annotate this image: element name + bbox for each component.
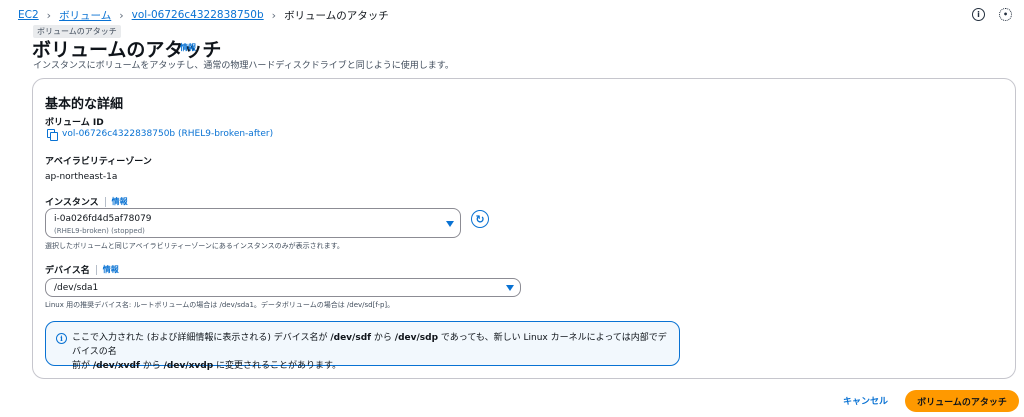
alert-text: ここで入力された (および詳細情報に表示される) デバイス名が /dev/sdf… <box>72 331 672 373</box>
info-icon[interactable]: i <box>972 8 985 21</box>
alert-text-part: から <box>139 361 164 371</box>
alert-code: /dev/sdf <box>330 333 372 343</box>
breadcrumb-volume-id[interactable]: vol-06726c4322838750b <box>132 9 264 21</box>
instance-select-value: i-0a026fd4d5af78079 <box>54 214 152 224</box>
chevron-right-icon: › <box>119 8 124 22</box>
copy-icon[interactable] <box>47 129 58 141</box>
volume-id-link[interactable]: vol-06726c4322838750b (RHEL9-broken-afte… <box>47 129 273 141</box>
az-value: ap-northeast-1a <box>45 172 118 182</box>
device-name-label: デバイス名 <box>45 266 90 276</box>
basic-details-panel: 基本的な詳細 ボリューム ID vol-06726c4322838750b (R… <box>32 78 1016 379</box>
caret-down-icon <box>506 285 514 291</box>
settings-icon[interactable]: • <box>999 8 1012 21</box>
divider <box>104 196 106 207</box>
instance-label-row: インスタンス 情報 <box>45 195 128 208</box>
alert-code: /dev/xvdp <box>163 361 214 371</box>
instance-label: インスタンス <box>45 198 99 208</box>
info-circle-icon: i <box>56 333 67 344</box>
attach-volume-button[interactable]: ボリュームのアタッチ <box>905 390 1019 412</box>
device-info-link[interactable]: 情報 <box>103 264 119 275</box>
top-icons: i • <box>972 8 1012 21</box>
instance-select[interactable]: i-0a026fd4d5af78079 (RHEL9-broken) (stop… <box>45 208 461 238</box>
alert-code: /dev/xvdf <box>92 361 140 371</box>
breadcrumb: EC2 › ボリューム › vol-06726c4322838750b › ボリ… <box>18 8 389 23</box>
instance-select-subtext: (RHEL9-broken) (stopped) <box>54 227 145 235</box>
caret-down-icon <box>446 221 454 227</box>
instance-hint: 選択したボリュームと同じアベイラビリティーゾーンにあるインスタンスのみが表示され… <box>45 242 344 250</box>
page-description: インスタンスにボリュームをアタッチし、通常の物理ハードディスクドライブと同じよう… <box>33 61 454 71</box>
device-label-row: デバイス名 情報 <box>45 263 119 276</box>
alert-code: /dev/sdp <box>394 333 439 343</box>
info-alert: i ここで入力された (および詳細情報に表示される) デバイス名が /dev/s… <box>45 321 680 371</box>
alert-text-part: から <box>371 333 395 343</box>
volume-id-value[interactable]: vol-06726c4322838750b (RHEL9-broken-afte… <box>62 129 273 139</box>
chevron-right-icon: › <box>271 8 277 22</box>
breadcrumb-volumes[interactable]: ボリューム <box>59 8 111 23</box>
section-title: 基本的な詳細 <box>45 97 124 112</box>
top-bar: EC2 › ボリューム › vol-06726c4322838750b › ボリ… <box>0 0 1024 30</box>
divider <box>95 264 97 275</box>
device-name-select[interactable]: /dev/sda1 <box>45 278 521 297</box>
volume-id-label: ボリューム ID <box>45 118 104 128</box>
breadcrumb-current: ボリュームのアタッチ <box>284 9 389 22</box>
device-name-value: /dev/sda1 <box>54 283 99 293</box>
instance-info-link[interactable]: 情報 <box>112 196 128 207</box>
alert-text-part: に変更されることがあります。 <box>213 361 342 371</box>
alert-text-part: ここで入力された (および詳細情報に表示される) デバイス名が <box>72 333 331 343</box>
chevron-right-icon: › <box>46 8 52 22</box>
title-info-link[interactable]: 情報 <box>180 42 196 53</box>
refresh-button[interactable]: ↻ <box>471 210 489 228</box>
az-label: アベイラビリティーゾーン <box>45 157 152 167</box>
alert-text-part: 前が <box>72 361 93 371</box>
refresh-icon: ↻ <box>475 212 485 226</box>
cancel-button[interactable]: キャンセル <box>843 394 888 407</box>
device-hint: Linux 用の推奨デバイス名: ルートボリュームの場合は /dev/sda1。… <box>45 301 395 309</box>
breadcrumb-ec2[interactable]: EC2 <box>18 9 39 21</box>
